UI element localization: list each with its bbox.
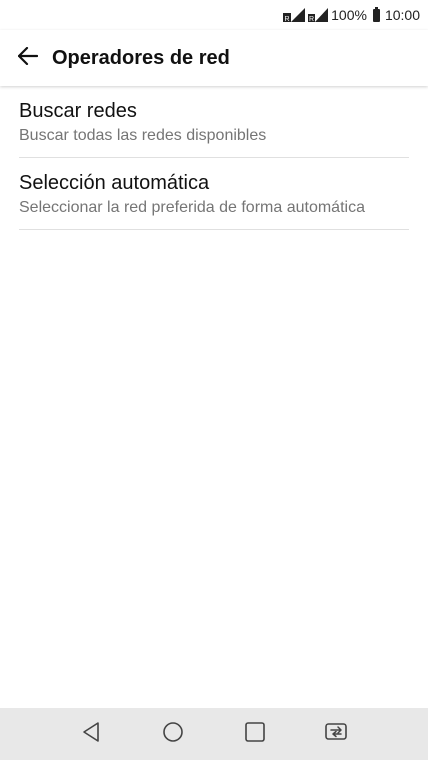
svg-text:R: R <box>285 16 290 22</box>
list-item-search-networks[interactable]: Buscar redes Buscar todas las redes disp… <box>19 86 409 158</box>
battery-icon <box>372 6 380 22</box>
recents-square-icon <box>244 721 266 748</box>
svg-text:R: R <box>309 16 314 22</box>
home-circle-icon <box>162 721 184 748</box>
back-triangle-icon <box>81 721 101 748</box>
settings-list: Buscar redes Buscar todas las redes disp… <box>0 86 428 230</box>
list-item-summary: Seleccionar la red preferida de forma au… <box>19 199 365 216</box>
navigation-bar <box>0 708 428 760</box>
list-item-summary: Buscar todas las redes disponibles <box>19 127 267 144</box>
nav-dual-window-button[interactable] <box>317 714 357 754</box>
clock: 10:00 <box>384 7 420 23</box>
back-arrow-icon <box>17 46 39 70</box>
status-bar: R R 100% 10:00 <box>0 0 428 30</box>
nav-recents-button[interactable] <box>235 714 275 754</box>
back-button[interactable] <box>6 30 50 86</box>
nav-home-button[interactable] <box>153 714 193 754</box>
list-item-title: Selección automática <box>19 172 210 194</box>
signal-icon: R <box>308 8 329 22</box>
dual-window-icon <box>324 721 350 748</box>
list-item-automatic-selection[interactable]: Selección automática Seleccionar la red … <box>19 158 409 230</box>
app-bar: Operadores de red <box>0 30 428 86</box>
signal-icon: R <box>283 8 306 22</box>
list-item-title: Buscar redes <box>19 100 137 122</box>
page-title: Operadores de red <box>52 46 230 69</box>
screen: R R 100% 10:00 Operadores de red Buscar … <box>0 0 428 760</box>
nav-back-button[interactable] <box>71 714 111 754</box>
battery-percent: 100% <box>331 7 367 23</box>
